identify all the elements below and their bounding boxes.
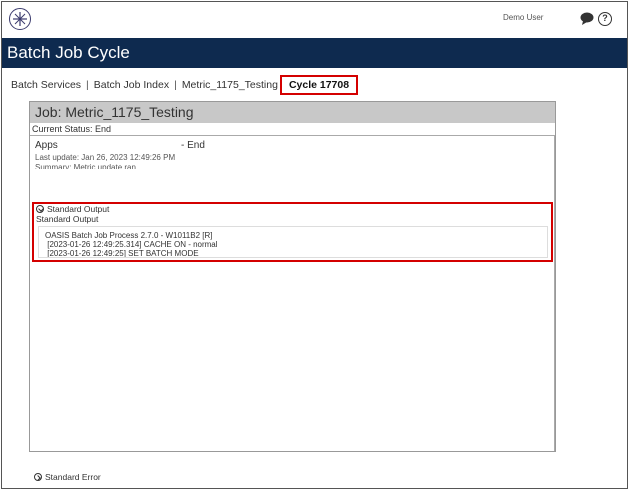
last-update: Last update: Jan 26, 2023 12:49:26 PM <box>35 153 176 162</box>
user-name[interactable]: Demo User <box>503 13 543 22</box>
summary: Summary: Metric update ran <box>35 163 136 169</box>
log-line: [2023-01-26 12:49:25.314] CACHE ON - nor… <box>45 240 218 249</box>
job-title: Job: Metric_1175_Testing <box>30 102 555 123</box>
log-line: OASIS Batch Job Process 2.7.0 - W1011B2 … <box>45 231 213 240</box>
standard-output-toggle-label: Standard Output <box>47 204 110 214</box>
standard-output-log[interactable]: OASIS Batch Job Process 2.7.0 - W1011B2 … <box>38 226 548 258</box>
apps-label: Apps <box>35 140 58 151</box>
job-detail: Apps - End Last update: Jan 26, 2023 12:… <box>30 136 555 482</box>
title-bar: Batch Job Cycle <box>2 38 627 68</box>
compass-logo-icon[interactable] <box>9 8 31 30</box>
breadcrumb-separator: | <box>86 79 89 91</box>
standard-error-label: Standard Error <box>45 472 101 482</box>
chevron-down-circle-icon <box>36 205 44 213</box>
page-title: Batch Job Cycle <box>7 43 130 62</box>
breadcrumb: Batch Services | Batch Job Index | Metri… <box>11 75 359 95</box>
log-line: [2023-01-26 12:49:25] SET BATCH MODE <box>45 249 199 258</box>
standard-output-section: Standard Output Standard Output OASIS Ba… <box>32 202 553 262</box>
chat-bubble-icon[interactable] <box>580 12 594 25</box>
top-bar: Demo User ? <box>2 2 627 38</box>
breadcrumb-current-cycle: Cycle 17708 <box>279 75 359 95</box>
current-status: Current Status: End <box>30 123 555 136</box>
app-window: Demo User ? Batch Job Cycle Batch Servic… <box>1 1 628 489</box>
help-circle-icon[interactable]: ? <box>598 12 612 26</box>
job-panel: Job: Metric_1175_Testing Current Status:… <box>29 101 556 482</box>
apps-status: - End <box>181 140 205 151</box>
breadcrumb-job[interactable]: Metric_1175_Testing <box>182 79 278 91</box>
standard-output-label: Standard Output <box>36 214 99 224</box>
breadcrumb-batch-services[interactable]: Batch Services <box>11 79 81 91</box>
chevron-right-circle-icon <box>34 473 42 481</box>
breadcrumb-separator: | <box>174 79 177 91</box>
apps-row: Apps - End <box>30 139 554 153</box>
standard-error-toggle[interactable]: Standard Error <box>34 472 101 482</box>
breadcrumb-batch-job-index[interactable]: Batch Job Index <box>94 79 169 91</box>
standard-output-toggle[interactable]: Standard Output <box>34 204 551 214</box>
